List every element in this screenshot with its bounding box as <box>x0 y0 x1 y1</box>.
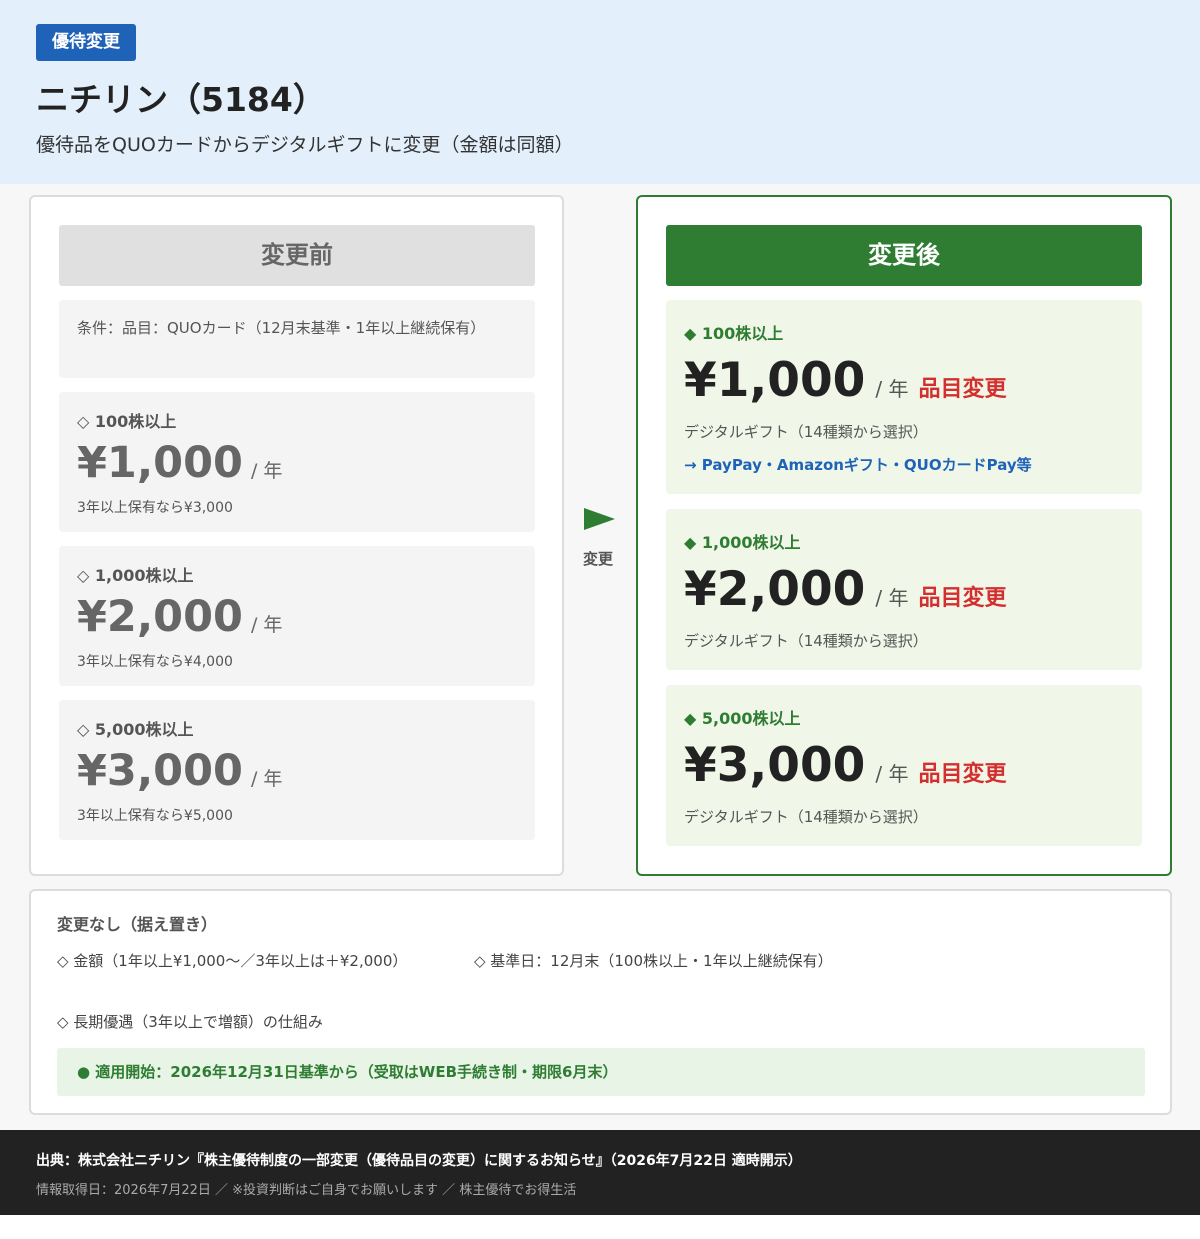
tier-note: デジタルギフト（14種類から選択） <box>684 808 928 826</box>
source-text: 出典：株式会社ニチリン『株主優待制度の一部変更（優待品目の変更）に関するお知らせ… <box>36 1153 802 1169</box>
change-tag: 品目変更 <box>918 586 1007 611</box>
tier-amount: ¥3,000/ 年 <box>77 746 283 796</box>
arrow-label: 変更 <box>583 550 614 568</box>
before-tier-1000: ◇ 1,000株以上 ¥2,000/ 年 3年以上保有なら¥4,000 <box>59 546 535 686</box>
tier-per: / 年 <box>875 586 909 610</box>
change-tag: 品目変更 <box>918 377 1007 402</box>
tier-label: ◇ 100株以上 <box>77 412 177 431</box>
tier-note: デジタルギフト（14種類から選択） <box>684 632 928 650</box>
after-heading: 変更後 <box>666 225 1142 286</box>
tier-amount: ¥1,000/ 年 <box>77 438 283 488</box>
after-panel: 変更後 ◆ 100株以上 ¥1,000/ 年品目変更 デジタルギフト（14種類か… <box>636 195 1172 876</box>
change-tag: 品目変更 <box>918 762 1007 787</box>
before-panel: 変更前 条件：品目：QUOカード（12月末基準・1年以上継続保有） ◇ 100株… <box>29 195 564 876</box>
tier-amount: ¥2,000/ 年 <box>77 592 283 642</box>
tier-amount: ¥2,000/ 年品目変更 <box>684 562 1007 617</box>
tier-label: ◆ 5,000株以上 <box>684 709 801 728</box>
unchanged-item: ◇ 長期優遇（3年以上で増額）の仕組み <box>57 1013 323 1031</box>
tier-label: ◇ 5,000株以上 <box>77 720 194 739</box>
tier-note: デジタルギフト（14種類から選択） <box>684 423 928 441</box>
unchanged-title: 変更なし（据え置き） <box>57 915 218 934</box>
start-date-notice: ● 適用開始：2026年12月31日基準から（受取はWEB手続き制・期限6月末） <box>57 1048 1145 1096</box>
page-title: ニチリン（5184） <box>36 80 326 119</box>
before-tier-5000: ◇ 5,000株以上 ¥3,000/ 年 3年以上保有なら¥5,000 <box>59 700 535 840</box>
after-tier-100: ◆ 100株以上 ¥1,000/ 年品目変更 デジタルギフト（14種類から選択）… <box>666 300 1142 494</box>
unchanged-item: ◇ 基準日：12月末（100株以上・1年以上継続保有） <box>474 952 833 970</box>
header: 優待変更 ニチリン（5184） 優待品をQUOカードからデジタルギフトに変更（金… <box>0 0 1200 184</box>
after-tier-1000: ◆ 1,000株以上 ¥2,000/ 年品目変更 デジタルギフト（14種類から選… <box>666 509 1142 670</box>
page-subtitle: 優待品をQUOカードからデジタルギフトに変更（金額は同額） <box>36 134 574 156</box>
tier-per: / 年 <box>250 768 283 790</box>
before-tier-100: ◇ 100株以上 ¥1,000/ 年 3年以上保有なら¥3,000 <box>59 392 535 532</box>
info-text: 情報取得日：2026年7月22日 ／ ※投資判断はご自身でお願いします ／ 株主… <box>36 1183 577 1198</box>
tier-amount: ¥3,000/ 年品目変更 <box>684 738 1007 793</box>
after-tier-5000: ◆ 5,000株以上 ¥3,000/ 年品目変更 デジタルギフト（14種類から選… <box>666 685 1142 846</box>
tier-per: / 年 <box>875 762 909 786</box>
before-heading: 変更前 <box>59 225 535 286</box>
tier-note: 3年以上保有なら¥3,000 <box>77 500 233 516</box>
tier-per: / 年 <box>250 460 283 482</box>
tier-label: ◆ 1,000株以上 <box>684 533 801 552</box>
before-condition: 条件：品目：QUOカード（12月末基準・1年以上継続保有） <box>59 300 535 378</box>
tier-note: 3年以上保有なら¥4,000 <box>77 654 233 670</box>
tier-note: 3年以上保有なら¥5,000 <box>77 808 233 824</box>
footer: 出典：株式会社ニチリン『株主優待制度の一部変更（優待品目の変更）に関するお知らせ… <box>0 1130 1200 1215</box>
tier-per: / 年 <box>875 377 909 401</box>
tier-label: ◇ 1,000株以上 <box>77 566 194 585</box>
arrow-right-icon <box>584 508 615 530</box>
category-badge: 優待変更 <box>36 24 136 61</box>
tier-label: ◆ 100株以上 <box>684 324 784 343</box>
tier-per: / 年 <box>250 614 283 636</box>
unchanged-item: ◇ 金額（1年以上¥1,000〜／3年以上は＋¥2,000） <box>57 952 408 970</box>
tier-amount: ¥1,000/ 年品目変更 <box>684 353 1007 408</box>
unchanged-box: 変更なし（据え置き） ◇ 金額（1年以上¥1,000〜／3年以上は＋¥2,000… <box>29 889 1172 1115</box>
gift-options-text: → PayPay・Amazonギフト・QUOカードPay等 <box>684 456 1032 474</box>
